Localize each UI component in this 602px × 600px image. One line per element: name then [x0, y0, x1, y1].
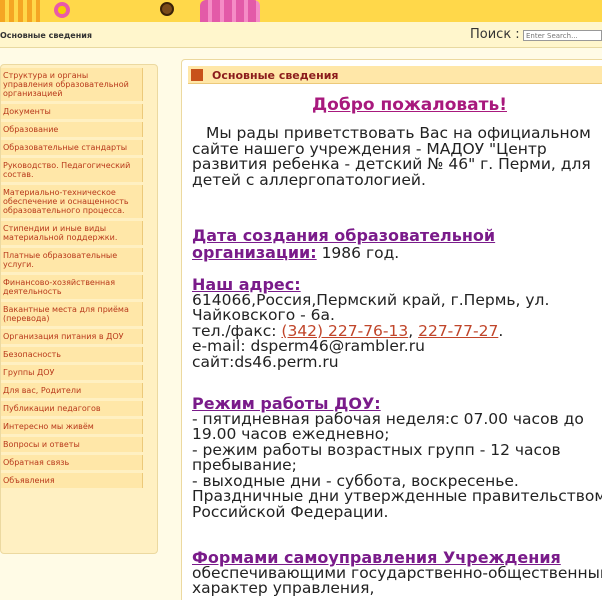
schedule-item: - выходные дни - суббота, воскресенье. П…: [192, 471, 602, 521]
sidebar-item-parents[interactable]: Для вас, Родители: [1, 383, 143, 398]
governance-text: обеспечивающими государственно-обществен…: [192, 563, 602, 597]
site-line: сайт:ds46.perm.ru: [192, 352, 339, 371]
sidebar-item-safety[interactable]: Безопасность: [1, 347, 143, 362]
search-input[interactable]: [523, 30, 602, 41]
content-title: Основные сведения: [212, 69, 339, 82]
search-label: Поиск :: [470, 27, 520, 42]
sidebar-item-education[interactable]: Образование: [1, 122, 143, 137]
founding-section: Дата создания образовательной организаци…: [192, 228, 602, 261]
address-section: Наш адрес: 614066,Россия,Пермский край, …: [192, 277, 602, 370]
intro-text: Мы рады приветствовать Вас на официально…: [192, 124, 591, 189]
founding-value: 1986 год.: [316, 243, 400, 262]
schedule-item: - режим работы возрастных групп - 12 час…: [192, 440, 561, 474]
sidebar-item-documents[interactable]: Документы: [1, 104, 143, 119]
sidebar-item-publications[interactable]: Публикации педагогов: [1, 401, 143, 416]
phone-suffix: .: [498, 321, 504, 340]
giraffe-illustration: [200, 0, 260, 22]
sidebar-item-finance[interactable]: Финансово-хозяйственная деятельность: [1, 275, 143, 299]
sidebar-item-standards[interactable]: Образовательные стандарты: [1, 140, 143, 155]
phone-link-2[interactable]: 227-77-27: [418, 322, 498, 340]
sidebar-item-announcements[interactable]: Объявления: [1, 473, 143, 488]
breadcrumb: Основные сведения: [0, 31, 92, 40]
address-line: 614066,Россия,Пермский край, г.Пермь, ул…: [192, 290, 550, 324]
sidebar-item-life[interactable]: Интересно мы живём: [1, 419, 143, 434]
governance-section: Формами самоуправления Учреждения обеспе…: [192, 550, 602, 597]
schedule-section: Режим работы ДОУ: - пятидневная рабочая …: [192, 396, 602, 520]
sidebar-item-scholarships[interactable]: Стипендии и иные виды материальной подде…: [1, 221, 143, 245]
sidebar-item-nutrition[interactable]: Организация питания в ДОУ: [1, 329, 143, 344]
sidebar-menu: Структура и органы управления образовате…: [0, 64, 158, 554]
sidebar-item-faq[interactable]: Вопросы и ответы: [1, 437, 143, 452]
content-header: Основные сведения: [188, 66, 602, 84]
sidebar-item-staff[interactable]: Руководство. Педагогический состав.: [1, 158, 143, 182]
welcome-link[interactable]: Добро пожаловать!: [312, 95, 507, 115]
sidebar-item-structure[interactable]: Структура и органы управления образовате…: [1, 68, 143, 101]
sidebar-item-facilities[interactable]: Материально-техническое обеспечение и ос…: [1, 185, 143, 218]
flower-illustration: [54, 2, 70, 18]
bee-illustration: [160, 2, 174, 16]
top-bar: Основные сведения Поиск :: [0, 22, 602, 48]
schedule-item: - пятидневная рабочая неделя:с 07.00 час…: [192, 409, 584, 443]
site-banner: [0, 0, 602, 22]
sidebar-item-feedback[interactable]: Обратная связь: [1, 455, 143, 470]
sidebar-item-groups[interactable]: Группы ДОУ: [1, 365, 143, 380]
sidebar-item-paid-services[interactable]: Платные образовательные услуги.: [1, 248, 143, 272]
fence-illustration: [0, 0, 40, 22]
main-content: Основные сведения Добро пожаловать! Мы р…: [181, 59, 602, 600]
sidebar-item-vacancies[interactable]: Вакантные места для приёма (перевода): [1, 302, 143, 326]
header-marker-icon: [191, 69, 203, 81]
